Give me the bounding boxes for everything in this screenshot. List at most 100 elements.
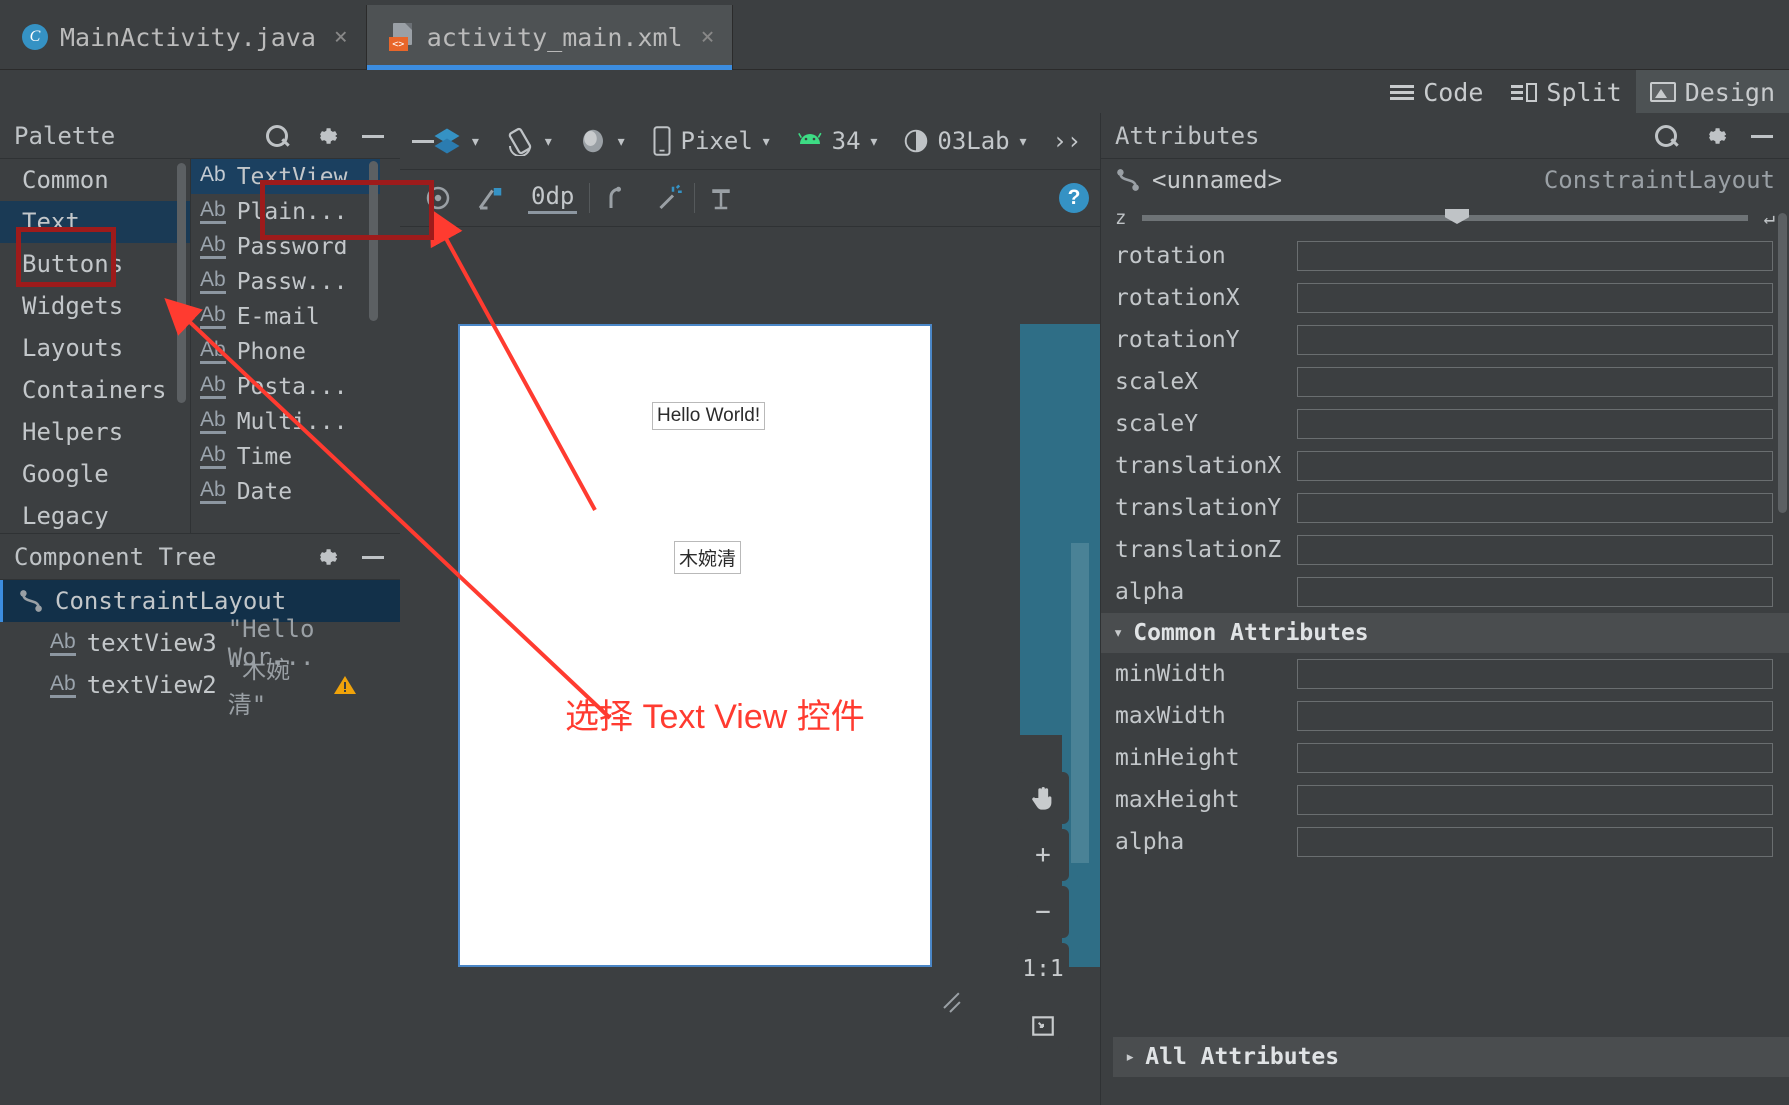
alpha-field[interactable] (1297, 577, 1773, 607)
palette-category-widgets[interactable]: Widgets (0, 285, 190, 327)
scaley-field[interactable] (1297, 409, 1773, 439)
palette-item-scrollbar[interactable] (369, 161, 378, 321)
close-icon[interactable]: × (701, 24, 715, 50)
palette-category-helpers[interactable]: Helpers (0, 411, 190, 453)
minheight-field[interactable] (1297, 743, 1773, 773)
rotation-field[interactable] (1297, 241, 1773, 271)
default-margin-value[interactable]: 0dp (528, 182, 578, 214)
palette-item-time[interactable]: Ab Time (191, 439, 380, 474)
design-toolbar: ▾ ▾ ▾ Pixel ▾ 34 ▾ 03Lab ▾ ›› (400, 113, 1134, 170)
palette-category-scrollbar[interactable] (177, 163, 186, 403)
night-mode-icon (578, 126, 608, 156)
palette-category-text[interactable]: Text (0, 201, 190, 243)
pan-tool-button[interactable] (1017, 772, 1069, 824)
ab-icon: Ab (200, 444, 226, 469)
split-view-icon (1511, 82, 1538, 103)
palette-item-phone[interactable]: Ab Phone (191, 334, 380, 369)
warning-icon[interactable] (332, 673, 358, 697)
palette-category-layouts[interactable]: Layouts (0, 327, 190, 369)
search-icon[interactable] (1653, 123, 1679, 149)
palette-category-list[interactable]: Common Text Buttons Widgets Layouts Cont… (0, 159, 190, 533)
mode-split-button[interactable]: Split (1497, 70, 1635, 114)
minimize-icon[interactable] (360, 544, 386, 570)
clear-constraints-button[interactable] (590, 170, 642, 227)
z-slider-row[interactable]: z ↵ (1101, 201, 1789, 235)
attr-key: alpha (1115, 829, 1185, 855)
rotationx-field[interactable] (1297, 283, 1773, 313)
attr-key: maxHeight (1115, 787, 1240, 813)
align-baseline-button[interactable] (695, 170, 747, 227)
canvas-side-scrollbar[interactable] (1071, 543, 1089, 863)
zoom-in-button[interactable]: + (1017, 829, 1069, 881)
autoconnect-button[interactable] (464, 170, 516, 227)
palette-category-buttons[interactable]: Buttons (0, 243, 190, 285)
palette-item-plaintext[interactable]: Ab Plain... (191, 194, 380, 229)
api-level-dropdown[interactable]: 34 ▾ (784, 113, 892, 170)
ui-mode-dropdown[interactable]: ▾ (566, 113, 639, 170)
palette-category-containers[interactable]: Containers (0, 369, 190, 411)
maxheight-field[interactable] (1297, 785, 1773, 815)
palette-item-postal-address[interactable]: Ab Posta... (191, 369, 380, 404)
minwidth-field[interactable] (1297, 659, 1773, 689)
tree-row-textview3[interactable]: Ab textView3 "Hello Wor... (0, 615, 400, 671)
device-preview[interactable]: Hello World! 木婉清 (458, 324, 932, 967)
palette-item-multiline-text[interactable]: Ab Multi... (191, 404, 380, 439)
translationy-field[interactable] (1297, 493, 1773, 523)
preview-textview2[interactable]: 木婉清 (674, 541, 742, 574)
gear-icon[interactable] (312, 123, 338, 149)
toolbar-overflow-button[interactable]: ›› (1040, 113, 1093, 170)
device-resize-handle[interactable] (941, 989, 967, 1015)
scalex-field[interactable] (1297, 367, 1773, 397)
ab-icon: Ab (200, 269, 226, 294)
rotationy-field[interactable] (1297, 325, 1773, 355)
palette-category-common[interactable]: Common (0, 159, 190, 201)
tab-mainactivity-java[interactable]: C MainActivity.java × (0, 5, 367, 69)
maxwidth-field[interactable] (1297, 701, 1773, 731)
zoom-to-fit-button[interactable] (1017, 1000, 1069, 1052)
zoom-actual-size-button[interactable]: 1:1 (1017, 943, 1069, 995)
attr-key: alpha (1115, 579, 1185, 605)
annotation-text: 选择 Text View 控件 (565, 698, 865, 736)
palette-item-password-numeric[interactable]: Ab Passw... (191, 264, 380, 299)
mode-design-button[interactable]: Design (1635, 70, 1789, 114)
gear-icon[interactable] (1701, 123, 1727, 149)
attr-key: translationZ (1115, 537, 1282, 563)
mode-code-button[interactable]: Code (1376, 70, 1497, 114)
close-icon[interactable]: × (334, 24, 348, 50)
section-all-attributes[interactable]: ▸ All Attributes (1113, 1037, 1789, 1077)
translationz-field[interactable] (1297, 535, 1773, 565)
translationx-field[interactable] (1297, 451, 1773, 481)
infer-constraints-button[interactable] (642, 170, 694, 227)
palette-item-list[interactable]: Ab TextView Ab Plain... Ab Password Ab P… (190, 159, 380, 533)
palette-category-google[interactable]: Google (0, 453, 190, 495)
tab-activity-main-xml[interactable]: <> activity_main.xml × (366, 5, 734, 70)
device-label: Pixel (680, 127, 753, 155)
palette-item-email[interactable]: Ab E-mail (191, 299, 380, 334)
minimize-icon[interactable] (360, 123, 386, 149)
show-constraints-button[interactable] (412, 170, 464, 227)
attributes-scrollbar[interactable] (1778, 213, 1787, 513)
theme-dropdown[interactable]: 03Lab ▾ (891, 113, 1040, 170)
palette-item-textview[interactable]: Ab TextView (191, 159, 380, 194)
alpha-common-field[interactable] (1297, 827, 1773, 857)
minimize-icon[interactable] (1749, 123, 1775, 149)
device-dropdown[interactable]: Pixel ▾ (639, 113, 784, 170)
gear-icon[interactable] (312, 544, 338, 570)
theme-label: 03Lab (937, 127, 1010, 155)
canvas-side-strip-a (1020, 324, 1062, 735)
z-slider-track[interactable] (1142, 209, 1748, 224)
palette-item-label: Posta... (236, 373, 348, 400)
palette-item-date[interactable]: Ab Date (191, 474, 380, 509)
section-common-attributes[interactable]: ▾ Common Attributes (1101, 613, 1789, 653)
palette-category-legacy[interactable]: Legacy (0, 495, 190, 533)
zoom-out-button[interactable]: − (1017, 886, 1069, 938)
orientation-dropdown[interactable]: ▾ (493, 113, 566, 170)
palette-item-password[interactable]: Ab Password (191, 229, 380, 264)
layout-canvas[interactable]: Hello World! 木婉清 选择 Text View 控件 + − 1:1 (400, 227, 1100, 1105)
preview-textview3[interactable]: Hello World! (652, 402, 766, 430)
help-button[interactable]: ? (1048, 170, 1100, 227)
z-slider-thumb[interactable] (1445, 209, 1469, 224)
section-label: All Attributes (1145, 1044, 1340, 1070)
search-icon[interactable] (264, 123, 290, 149)
palette-title: Palette (14, 121, 116, 150)
